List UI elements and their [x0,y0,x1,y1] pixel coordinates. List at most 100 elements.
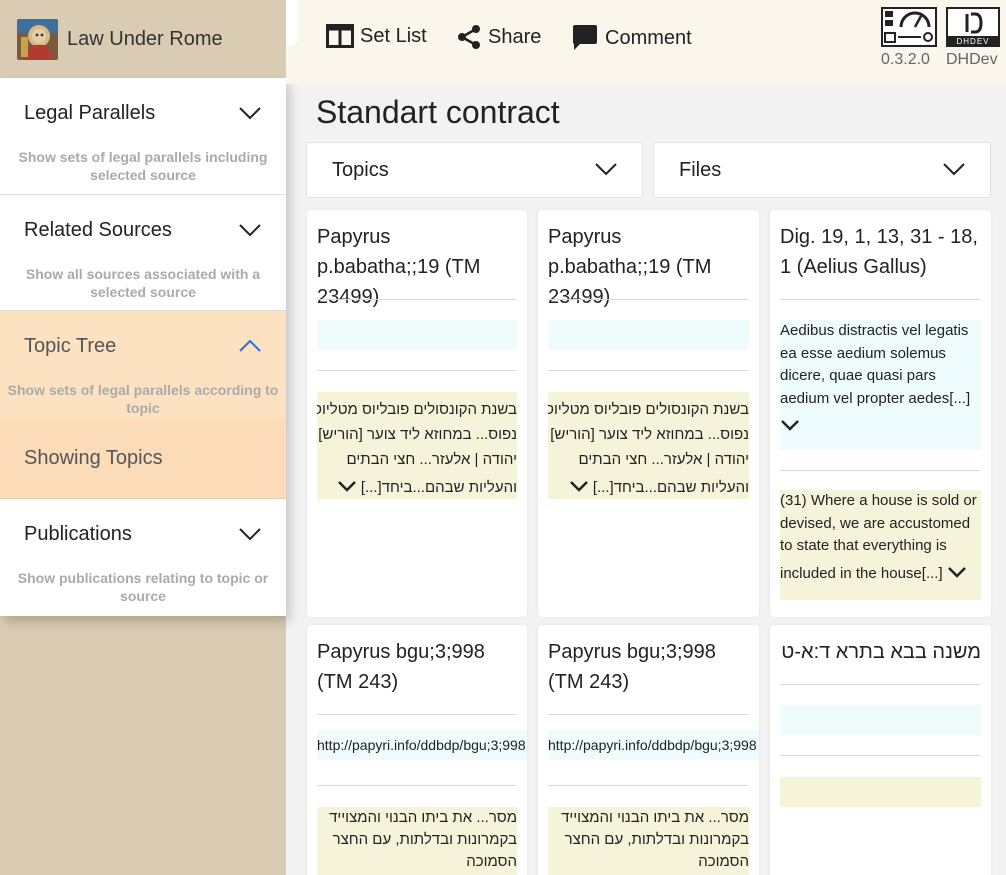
set-list-button[interactable]: Set List [326,24,427,48]
source-card[interactable]: Papyrus p.babatha;;19 (TM 23499) בשנת הק… [307,210,527,617]
card-link-area [548,320,749,350]
divider [780,470,981,471]
share-label: Share [488,25,542,48]
sidebar-item-header[interactable]: Publications [0,499,286,569]
expand-chevron-icon[interactable] [569,472,589,504]
sidebar-item-label: Publications [24,522,132,545]
translation-last-line: והעליות שבהם...ביחד[...] [548,472,749,504]
translation-line: נפוס... במחוזא ליד צוער [הוריש] [550,426,749,443]
translation-line: והעליות שבהם...ביחד[...] [360,479,517,496]
share-button[interactable]: Share [456,24,541,50]
chevron-down-icon[interactable] [238,527,262,541]
translation-line: יהודה | אלעזר... חצי הבתים [346,451,517,468]
card-link-area: http://papyri.info/ddbdp/bgu;3;998 [317,730,527,760]
card-title[interactable]: Dig. 19, 1, 13, 31 - 18, 1 (Aelius Gallu… [780,222,981,282]
sidebar-menu: Legal Parallels Show sets of legal paral… [0,78,286,616]
source-card[interactable]: Papyrus bgu;3;998 (TM 243) http://papyri… [538,625,759,875]
translation-line: בשנת הקונסולים פובליוס מטליוס [317,401,517,418]
card-title[interactable]: משנה בבא בתרא ד:א-ט [780,637,981,667]
translation-line: והעליות שבהם...ביחד[...] [592,479,749,496]
translation-line: included in the house[...] [780,564,943,582]
translation-line: הסמוכה [466,853,517,870]
translation-line: בקמרונות ובדלתות, עם החצר [332,831,517,848]
translation-line: מסר... את ביתו הבנוי והמצוייד [561,809,749,826]
chevron-down-icon[interactable] [238,223,262,237]
page-title: Standart contract [316,94,560,130]
translation-last-line: included in the house[...] [780,558,981,590]
card-title[interactable]: Papyrus bgu;3;998 (TM 243) [548,637,749,697]
source-card[interactable]: Papyrus p.babatha;;19 (TM 23499) בשנת הק… [538,210,759,617]
translation-last-line: והעליות שבהם...ביחד[...] [317,472,517,504]
original-line: dicere, quae quasi pars [780,367,936,384]
divider [548,370,749,371]
showing-topics[interactable]: Showing Topics [0,419,286,499]
sidebar-item-topic-tree[interactable]: Topic Tree Show sets of legal parallels … [0,311,286,419]
comment-button[interactable]: Comment [571,24,692,52]
chevron-down-icon [594,159,618,182]
sidebar: Law Under Rome Legal Parallels Show sets… [0,0,286,875]
sidebar-item-label: Legal Parallels [24,101,156,124]
source-url-link[interactable]: http://papyri.info/ddbdp/bgu;3;998 [317,737,526,753]
comment-label: Comment [605,26,692,49]
brand[interactable]: Law Under Rome [0,0,286,78]
translation-line: יהודה | אלעזר... חצי הבתים [578,451,749,468]
comment-icon [571,24,599,52]
original-line: ea esse aedium solemus [780,344,946,362]
divider [548,785,749,786]
card-translation: בשנת הקונסולים פובליוס מטליוס נפוס... במ… [317,392,517,499]
files-dropdown[interactable]: Files [653,142,991,198]
sidebar-item-description: Show sets of legal parallels including s… [18,149,268,183]
sidebar-item-header[interactable]: Topic Tree [0,311,286,381]
source-card[interactable]: Dig. 19, 1, 13, 31 - 18, 1 (Aelius Gallu… [770,210,991,617]
app-title: Law Under Rome [67,27,223,50]
translation-line: בשנת הקונסולים פובליוס מטליוס [548,401,749,418]
dhdev-logo-text: DHDEV [956,37,990,46]
translation-line: נפוס... במחוזא ליד צוער [הוריש] [318,426,517,443]
top-toolbar: Set List Share Comment DHDEV 0.3.2.0 DHD… [286,0,1006,84]
app-logo [17,18,58,60]
card-translation: מסר... את ביתו הבנוי והמצוייד בקמרונות ו… [548,807,749,875]
translation-line: devised, we are accustomed [780,514,971,532]
source-card[interactable]: משנה בבא בתרא ד:א-ט [770,625,991,875]
divider [548,299,749,300]
expand-chevron-icon[interactable] [947,558,967,590]
expand-chevron-icon[interactable] [337,472,357,504]
sidebar-item-related-sources[interactable]: Related Sources Show all sources associa… [0,195,286,311]
source-card[interactable]: Papyrus bgu;3;998 (TM 243) http://papyri… [307,625,527,875]
divider [780,299,981,300]
topics-dropdown[interactable]: Topics [306,142,643,198]
expand-chevron-icon[interactable] [780,410,981,436]
translation-line: מסר... את ביתו הבנוי והמצוייד [329,809,517,826]
dhdev-label: DHDev [946,51,998,68]
card-link-area [780,705,981,735]
card-translation: (31) Where a house is sold or devised, w… [780,490,981,600]
sidebar-toggle-tab[interactable] [286,0,298,46]
divider [780,755,981,756]
source-url-link[interactable]: http://papyri.info/ddbdp/bgu;3;998 [548,737,757,753]
card-link-area [317,320,517,350]
sidebar-item-legal-parallels[interactable]: Legal Parallels Show sets of legal paral… [0,78,286,195]
chevron-up-icon[interactable] [238,339,262,353]
card-translation: בשנת הקונסולים פובליוס מטליוס נפוס... במ… [548,392,749,499]
translation-line: בקמרונות ובדלתות, עם החצר [564,831,749,848]
sidebar-item-label: Topic Tree [24,334,117,357]
dhdev-logo[interactable]: DHDEV [946,7,1000,52]
files-dropdown-label: Files [679,158,722,181]
version-label: 0.3.2.0 [881,51,930,68]
card-title[interactable]: Papyrus bgu;3;998 (TM 243) [317,637,517,697]
chevron-down-icon[interactable] [238,106,262,120]
translation-line: (31) Where a house is sold or [780,492,977,509]
sidebar-item-publications[interactable]: Publications Show publications relating … [0,499,286,616]
sidebar-item-header[interactable]: Related Sources [0,195,286,265]
divider [317,785,517,786]
chevron-down-icon [942,159,966,182]
columns-icon [326,24,354,48]
original-line: aedium vel propter aedes[...] [780,389,971,407]
card-link-area: http://papyri.info/ddbdp/bgu;3;998 [548,730,759,760]
divider [317,299,517,300]
card-translation: מסר... את ביתו הבנוי והמצוייד בקמרונות ו… [317,807,517,875]
sidebar-item-header[interactable]: Legal Parallels [0,78,286,148]
dashboard-logo[interactable] [881,7,937,52]
translation-line: הסמוכה [698,853,749,870]
divider [317,714,517,715]
